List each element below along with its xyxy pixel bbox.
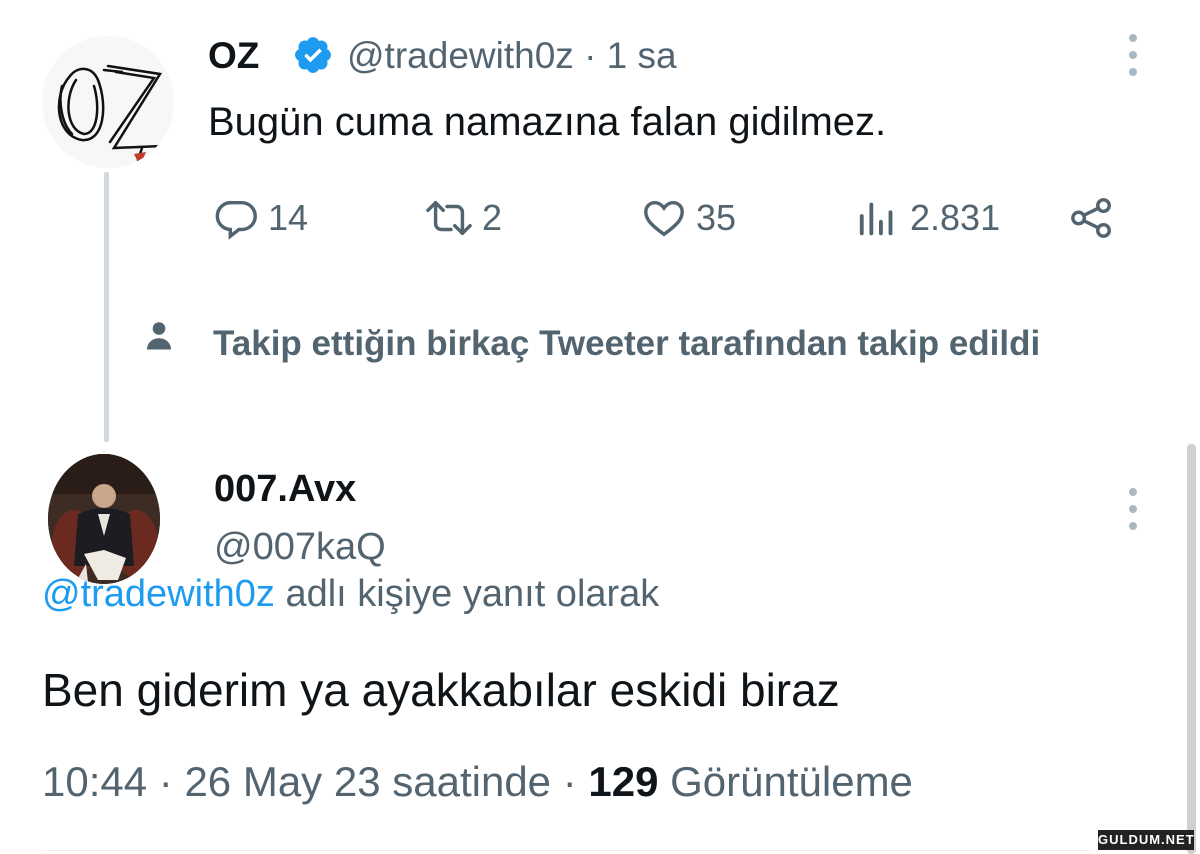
oz-logo-avatar-image [42, 36, 174, 168]
separator-dot: · [584, 35, 597, 76]
reply-count: 14 [268, 197, 309, 238]
scrollbar[interactable] [1187, 444, 1196, 854]
social-context-label: Takip ettiğin birkaç Tweeter tarafından … [213, 324, 1041, 363]
reply-more-icon[interactable] [1129, 488, 1137, 530]
reply-button[interactable]: 14 [214, 196, 308, 240]
verified-badge-icon [292, 34, 334, 76]
share-icon [1071, 198, 1111, 238]
retweet-count: 2 [482, 197, 503, 238]
retweet-icon [426, 200, 472, 236]
views-count: 2.831 [910, 197, 1001, 238]
separator-dot: · [158, 758, 173, 805]
divider [42, 850, 1092, 851]
reply-icon [215, 200, 257, 240]
reply-view-label: Görüntüleme [670, 758, 913, 805]
views-button[interactable]: 2.831 [856, 196, 1000, 240]
reply-view-count: 129 [588, 758, 659, 805]
thread-connector-line [104, 172, 109, 442]
reply-to-link[interactable]: @tradewith0z [42, 573, 275, 615]
person-icon [141, 318, 177, 354]
reply-to-context: @tradewith0z adlı kişiye yanıt olarak [42, 570, 659, 618]
reply-date[interactable]: 26 May 23 saatinde [184, 758, 551, 805]
tweet-text: Bugün cuma namazına falan gidilmez. [208, 100, 887, 144]
author-name[interactable]: OZ [208, 34, 259, 78]
tweet-handle-time: @tradewith0z · 1 sa [347, 34, 677, 78]
like-icon [644, 200, 684, 237]
avatar-007avx[interactable] [48, 454, 160, 584]
watermark: GULDUM.NET [1098, 830, 1194, 850]
reply-to-suffix: adlı kişiye yanıt olarak [274, 573, 660, 615]
like-count: 35 [696, 197, 737, 238]
profile-photo-image [48, 454, 160, 584]
reply-time[interactable]: 10:44 [42, 758, 147, 805]
more-icon[interactable] [1129, 34, 1137, 76]
reply-author-name[interactable]: 007.Avx [214, 466, 356, 512]
share-button[interactable] [1066, 196, 1118, 240]
reply-meta: 10:44 · 26 May 23 saatinde · 129 Görüntü… [42, 756, 913, 808]
retweet-button[interactable]: 2 [424, 196, 502, 240]
reply-author-handle[interactable]: @007kaQ [214, 524, 386, 570]
reply-text: Ben giderim ya ayakkabılar eskidi biraz [42, 664, 840, 716]
author-handle[interactable]: @tradewith0z [347, 35, 574, 76]
views-icon [859, 202, 893, 236]
separator-dot: · [562, 758, 577, 805]
avatar-oz[interactable] [42, 36, 174, 168]
tweet-time[interactable]: 1 sa [607, 35, 677, 76]
like-button[interactable]: 35 [640, 196, 736, 240]
